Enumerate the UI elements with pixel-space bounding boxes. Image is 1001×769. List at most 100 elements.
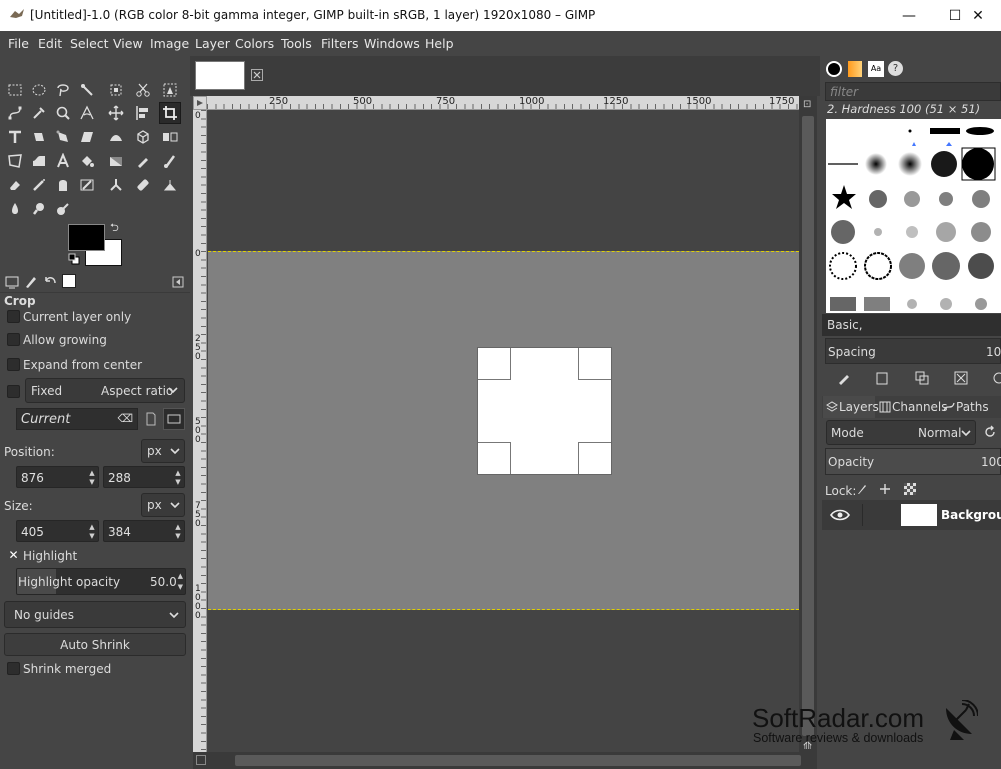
scrollbar-thumb[interactable] bbox=[802, 116, 814, 736]
patterns-tab-icon[interactable] bbox=[848, 61, 862, 77]
align-icon[interactable] bbox=[133, 103, 153, 123]
vertical-ruler[interactable]: 0 0 2 5 0 5 0 0 7 5 0 1 0 0 0 bbox=[193, 110, 207, 752]
guides-dropdown[interactable]: No guides bbox=[4, 601, 186, 628]
crop-handle-bottom-right[interactable] bbox=[578, 442, 611, 474]
duplicate-brush-icon[interactable] bbox=[915, 371, 929, 385]
layer-mode-dropdown[interactable]: Mode Normal bbox=[826, 420, 976, 445]
heal-icon[interactable] bbox=[133, 175, 153, 195]
decrement-icon[interactable]: ▼ bbox=[174, 478, 182, 486]
zoom-icon[interactable] bbox=[53, 103, 73, 123]
layer-opacity-slider[interactable]: Opacity 100. bbox=[825, 448, 1001, 475]
reset-mode-icon[interactable] bbox=[983, 425, 997, 439]
brush-spacing-slider[interactable]: Spacing 10. bbox=[825, 338, 1001, 364]
foreground-select-icon[interactable] bbox=[160, 80, 180, 100]
lock-position-icon[interactable] bbox=[879, 483, 891, 495]
position-y-input[interactable]: 288 ▲ ▼ bbox=[103, 466, 185, 488]
shrink-merged-checkbox[interactable] bbox=[7, 662, 20, 675]
brush-tags-field[interactable]: Basic, bbox=[822, 314, 1001, 336]
swap-colors-icon[interactable]: ⮌ bbox=[110, 222, 122, 234]
eraser-icon[interactable] bbox=[5, 175, 25, 195]
dodge-burn-icon[interactable] bbox=[53, 199, 73, 219]
allow-growing-checkbox[interactable] bbox=[7, 333, 20, 346]
blur-icon[interactable] bbox=[5, 199, 25, 219]
crop-handle-bottom-left[interactable] bbox=[478, 442, 511, 474]
fixed-mode-dropdown[interactable]: Fixed Aspect ratio bbox=[25, 378, 185, 403]
ruler-corner[interactable] bbox=[193, 96, 207, 110]
brush-grid[interactable] bbox=[826, 119, 1001, 313]
pencil-icon[interactable] bbox=[133, 151, 153, 171]
unified-transform-icon[interactable] bbox=[5, 127, 25, 147]
current-layer-only-checkbox[interactable] bbox=[7, 310, 20, 323]
delete-brush-icon[interactable] bbox=[954, 371, 968, 385]
flip-icon[interactable] bbox=[160, 127, 180, 147]
vertical-scrollbar[interactable]: ⊡ ⟰ bbox=[799, 96, 817, 752]
decrement-icon[interactable]: ▼ bbox=[88, 478, 96, 486]
layer-row-background[interactable]: Backgroun bbox=[822, 500, 1001, 530]
clone-icon[interactable] bbox=[106, 175, 126, 195]
paths-icon[interactable] bbox=[5, 103, 25, 123]
menu-layer[interactable]: Layer bbox=[195, 36, 230, 51]
crop-icon[interactable] bbox=[159, 102, 181, 124]
size-width-input[interactable]: 405 ▲ ▼ bbox=[16, 520, 99, 542]
fixed-checkbox[interactable] bbox=[7, 385, 20, 398]
menu-help[interactable]: Help bbox=[425, 36, 454, 51]
horizontal-scrollbar[interactable] bbox=[193, 752, 817, 769]
decrement-icon[interactable]: ▼ bbox=[178, 583, 183, 591]
shear-icon[interactable] bbox=[77, 127, 97, 147]
color-select-icon[interactable] bbox=[106, 80, 126, 100]
perspective-icon[interactable] bbox=[106, 127, 126, 147]
perspective-clone-icon[interactable] bbox=[160, 175, 180, 195]
warp-icon[interactable] bbox=[29, 151, 49, 171]
crop-handle-top-left[interactable] bbox=[478, 348, 511, 380]
rect-select-icon[interactable] bbox=[5, 80, 25, 100]
menu-colors[interactable]: Colors bbox=[235, 36, 274, 51]
eye-icon[interactable] bbox=[830, 508, 850, 522]
horizontal-ruler[interactable]: 250 500 750 1000 1250 1500 1750 bbox=[207, 96, 799, 110]
menu-filters[interactable]: Filters bbox=[321, 36, 358, 51]
fuzzy-select-icon[interactable] bbox=[77, 80, 97, 100]
tab-layers[interactable]: Layers bbox=[823, 396, 879, 418]
menu-select[interactable]: Select bbox=[70, 36, 109, 51]
crop-handle-top-right[interactable] bbox=[578, 348, 611, 380]
tab-paths[interactable]: Paths bbox=[941, 396, 989, 418]
image-canvas[interactable] bbox=[208, 110, 799, 752]
default-colors-icon[interactable] bbox=[68, 253, 80, 265]
measure-icon[interactable] bbox=[77, 103, 97, 123]
ink-icon[interactable] bbox=[53, 175, 73, 195]
lasso-icon[interactable] bbox=[53, 80, 73, 100]
menu-view[interactable]: View bbox=[113, 36, 143, 51]
minimize-button[interactable]: — bbox=[886, 0, 932, 31]
airbrush-icon[interactable] bbox=[29, 175, 49, 195]
landscape-button[interactable] bbox=[163, 408, 185, 430]
configure-tab-icon[interactable] bbox=[172, 276, 184, 288]
cage-transform-icon[interactable] bbox=[5, 151, 25, 171]
close-button[interactable]: ✕ bbox=[955, 0, 1001, 31]
decrement-icon[interactable]: ▼ bbox=[88, 532, 96, 540]
highlight-opacity-slider[interactable]: Highlight opacity 50.0 ▲ ▼ bbox=[16, 568, 186, 595]
increment-icon[interactable]: ▲ bbox=[88, 469, 96, 477]
image-tab-thumbnail[interactable] bbox=[195, 61, 245, 90]
tab-channels[interactable]: Channels bbox=[877, 396, 948, 418]
warp-transform-icon[interactable] bbox=[29, 127, 49, 147]
help-tab-icon[interactable]: ? bbox=[888, 61, 903, 76]
smudge-icon[interactable] bbox=[29, 199, 49, 219]
quick-mask-toggle-icon[interactable] bbox=[196, 755, 206, 765]
edit-brush-icon[interactable] bbox=[837, 371, 851, 385]
size-unit-dropdown[interactable]: px bbox=[141, 493, 185, 517]
portrait-icon[interactable] bbox=[145, 412, 157, 426]
move-icon[interactable] bbox=[106, 103, 126, 123]
undo-history-tab-icon[interactable] bbox=[42, 274, 58, 290]
image-area[interactable] bbox=[208, 251, 799, 610]
3d-transform-icon[interactable] bbox=[133, 127, 153, 147]
clear-icon[interactable]: ⌫ bbox=[117, 412, 133, 425]
scrollbar-thumb[interactable] bbox=[235, 755, 801, 766]
images-tab-icon[interactable] bbox=[62, 274, 76, 288]
close-tab-icon[interactable] bbox=[251, 69, 263, 81]
menu-edit[interactable]: Edit bbox=[38, 36, 62, 51]
brush-filter-input[interactable]: filter bbox=[825, 82, 1001, 101]
refresh-brushes-icon[interactable] bbox=[992, 371, 1001, 385]
new-brush-icon[interactable] bbox=[875, 371, 889, 385]
increment-icon[interactable]: ▲ bbox=[174, 469, 182, 477]
size-height-input[interactable]: 384 ▲ ▼ bbox=[103, 520, 185, 542]
auto-shrink-button[interactable]: Auto Shrink bbox=[4, 633, 186, 656]
